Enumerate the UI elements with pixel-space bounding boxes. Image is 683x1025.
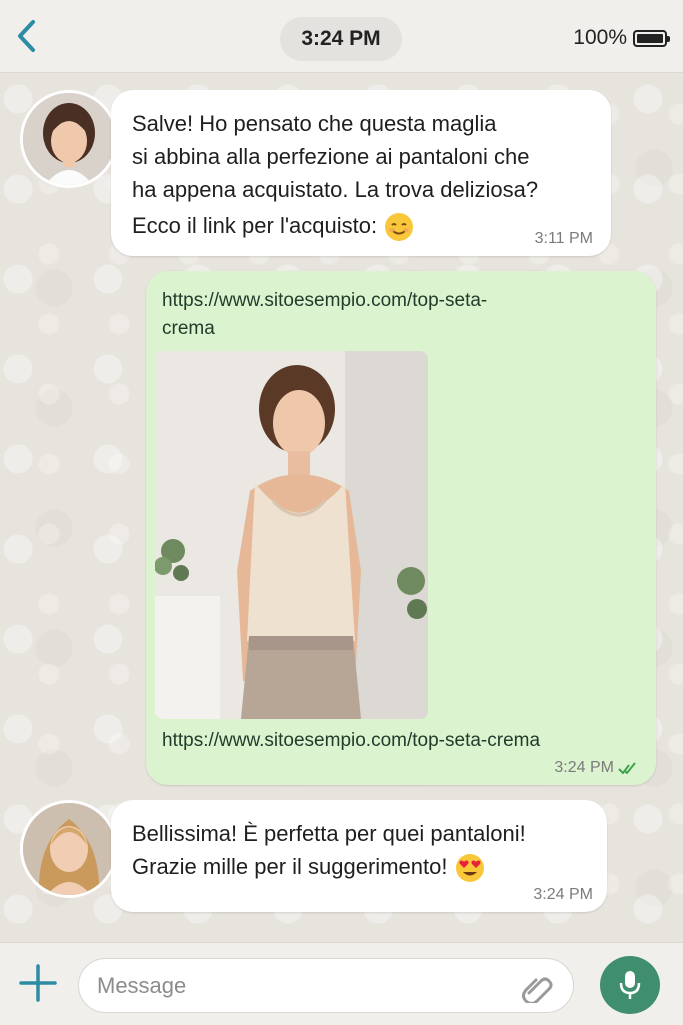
- incoming-message-bubble[interactable]: Bellissima! È perfetta per quei pantalon…: [111, 800, 607, 912]
- message-line: Ecco il link per l'acquisto:: [132, 213, 378, 238]
- message-timestamp: 3:24 PM: [533, 886, 593, 903]
- link-text[interactable]: https://www.sitoesempio.com/top-seta-cre…: [162, 727, 540, 755]
- add-button[interactable]: [18, 963, 58, 1003]
- avatar-woman-blonde-image: [23, 803, 115, 895]
- avatar-recipient[interactable]: [20, 800, 118, 898]
- double-check-icon: [618, 762, 636, 774]
- outgoing-message-bubble[interactable]: https://www.sitoesempio.com/top-seta- cr…: [146, 271, 656, 785]
- link-text[interactable]: crema: [162, 315, 487, 343]
- battery-label: 100%: [573, 26, 627, 49]
- link-text[interactable]: https://www.sitoesempio.com/top-seta-: [162, 287, 487, 315]
- status-time: 3:24 PM: [280, 17, 402, 61]
- back-button[interactable]: [12, 16, 40, 56]
- message-line: Grazie mille per il suggerimento!: [132, 854, 448, 879]
- avatar-woman-brunette-image: [23, 93, 115, 185]
- plus-icon: [19, 964, 57, 1002]
- avatar-sender[interactable]: [20, 90, 118, 188]
- heart-eyes-icon: [455, 854, 484, 883]
- attach-button[interactable]: [520, 971, 556, 1005]
- battery-status: 100%: [573, 26, 670, 50]
- status-bar: 3:24 PM 100%: [0, 0, 683, 73]
- paperclip-icon: [522, 977, 553, 1005]
- message-line: ha appena acquistato. La trova deliziosa…: [132, 177, 539, 202]
- message-composer: [0, 942, 683, 1025]
- message-line: si abbina alla perfezione ai pantaloni c…: [132, 144, 530, 169]
- chevron-left-icon: [18, 20, 35, 52]
- message-timestamp: 3:11 PM: [534, 230, 593, 247]
- message-input[interactable]: [78, 958, 574, 1013]
- message-line: Salve! Ho pensato che questa maglia: [132, 111, 497, 136]
- product-photo[interactable]: [155, 351, 428, 719]
- voice-message-button[interactable]: [600, 956, 660, 1014]
- microphone-icon: [619, 971, 641, 999]
- message-timestamp: 3:24 PM: [554, 759, 614, 776]
- incoming-message-bubble[interactable]: Salve! Ho pensato che questa maglia si a…: [111, 90, 611, 256]
- model-wearing-silk-top-image: [155, 351, 428, 719]
- smiling-face-icon: [385, 213, 414, 242]
- battery-level: [637, 33, 663, 43]
- battery-icon: [633, 29, 670, 47]
- message-line: Bellissima! È perfetta per quei pantalon…: [132, 821, 526, 846]
